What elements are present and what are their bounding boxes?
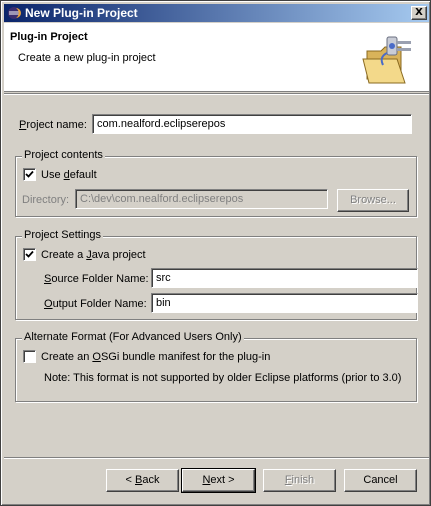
folder-plug-graphic bbox=[362, 36, 411, 84]
alternate-format-group: Alternate Format (For Advanced Users Onl… bbox=[15, 331, 417, 402]
title-bar[interactable]: New Plug-in Project X bbox=[4, 4, 429, 22]
project-settings-group-label: Project Settings bbox=[22, 229, 104, 241]
osgi-note-text: Note: This format is not supported by ol… bbox=[44, 372, 402, 384]
directory-field: C:\dev\com.nealford.eclipserepos bbox=[75, 189, 328, 209]
wizard-page-description: Create a new plug-in project bbox=[18, 52, 156, 64]
use-default-label[interactable]: Use default bbox=[41, 169, 97, 181]
browse-button: Browse... bbox=[337, 189, 409, 212]
project-contents-group-label: Project contents bbox=[22, 149, 105, 161]
finish-button: Finish bbox=[263, 469, 336, 492]
output-folder-label: Output Folder Name: bbox=[44, 298, 147, 310]
source-folder-label: Source Folder Name: bbox=[44, 273, 149, 285]
new-plugin-project-dialog: New Plug-in Project X Plug-in Project Cr… bbox=[0, 0, 431, 506]
create-java-project-label[interactable]: Create a Java project bbox=[41, 249, 146, 261]
back-button[interactable]: < Back bbox=[106, 469, 179, 492]
output-folder-field[interactable]: bin bbox=[151, 293, 418, 313]
use-default-checkbox[interactable] bbox=[23, 168, 36, 181]
osgi-manifest-label[interactable]: Create an OSGi bundle manifest for the p… bbox=[41, 351, 270, 363]
close-button[interactable]: X bbox=[411, 6, 427, 20]
next-button[interactable]: Next > bbox=[181, 468, 256, 493]
wizard-banner: Plug-in Project Create a new plug-in pro… bbox=[4, 23, 429, 92]
button-bar-separator bbox=[4, 457, 429, 459]
checkmark-icon bbox=[25, 170, 34, 178]
window-title: New Plug-in Project bbox=[25, 6, 138, 20]
osgi-manifest-checkbox[interactable] bbox=[23, 350, 36, 363]
wizard-page-title: Plug-in Project bbox=[10, 31, 88, 43]
create-java-project-checkbox[interactable] bbox=[23, 248, 36, 261]
eclipse-icon bbox=[8, 7, 21, 19]
banner-separator bbox=[4, 93, 429, 95]
alternate-format-group-label: Alternate Format (For Advanced Users Onl… bbox=[22, 331, 244, 343]
source-folder-field[interactable]: src bbox=[151, 268, 418, 288]
project-name-field[interactable]: com.nealford.eclipserepos bbox=[92, 114, 412, 134]
project-name-label: Project name: bbox=[19, 119, 87, 131]
close-icon: X bbox=[415, 7, 423, 18]
cancel-button[interactable]: Cancel bbox=[344, 469, 417, 492]
checkmark-icon bbox=[25, 250, 34, 258]
directory-label: Directory: bbox=[22, 194, 70, 206]
